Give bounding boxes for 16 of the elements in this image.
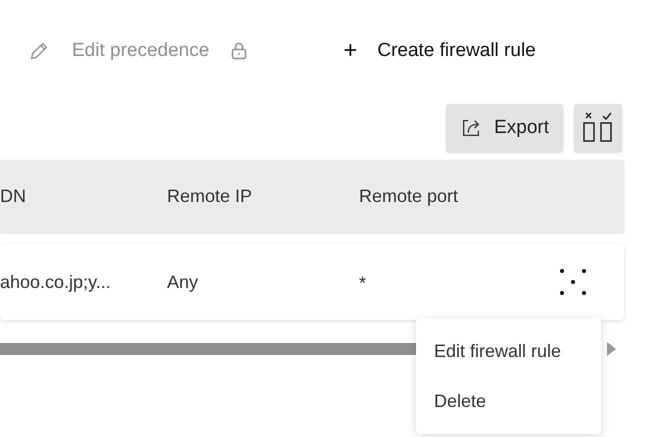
lock-icon bbox=[231, 42, 248, 60]
table-cell-text: Any bbox=[167, 270, 200, 294]
menu-item[interactable]: Delete bbox=[416, 376, 601, 426]
table-cell-text: * bbox=[359, 272, 368, 295]
table-cell-text: ahoo.co.jp;y... bbox=[0, 270, 112, 294]
column-header[interactable]: Remote IP bbox=[167, 182, 359, 210]
create-firewall-rule-button[interactable]: + Create firewall rule bbox=[343, 33, 536, 69]
column-select-button[interactable] bbox=[574, 104, 622, 152]
column-header[interactable]: DN bbox=[0, 182, 167, 210]
pencil-icon bbox=[28, 40, 50, 62]
dots-icon bbox=[559, 268, 587, 296]
columns-toggle-icon bbox=[582, 111, 614, 145]
scroll-right-icon[interactable] bbox=[606, 342, 616, 356]
column-header[interactable]: Remote port bbox=[359, 182, 559, 210]
menu-item[interactable]: Edit firewall rule bbox=[416, 326, 601, 376]
export-button[interactable]: Export bbox=[446, 104, 563, 152]
